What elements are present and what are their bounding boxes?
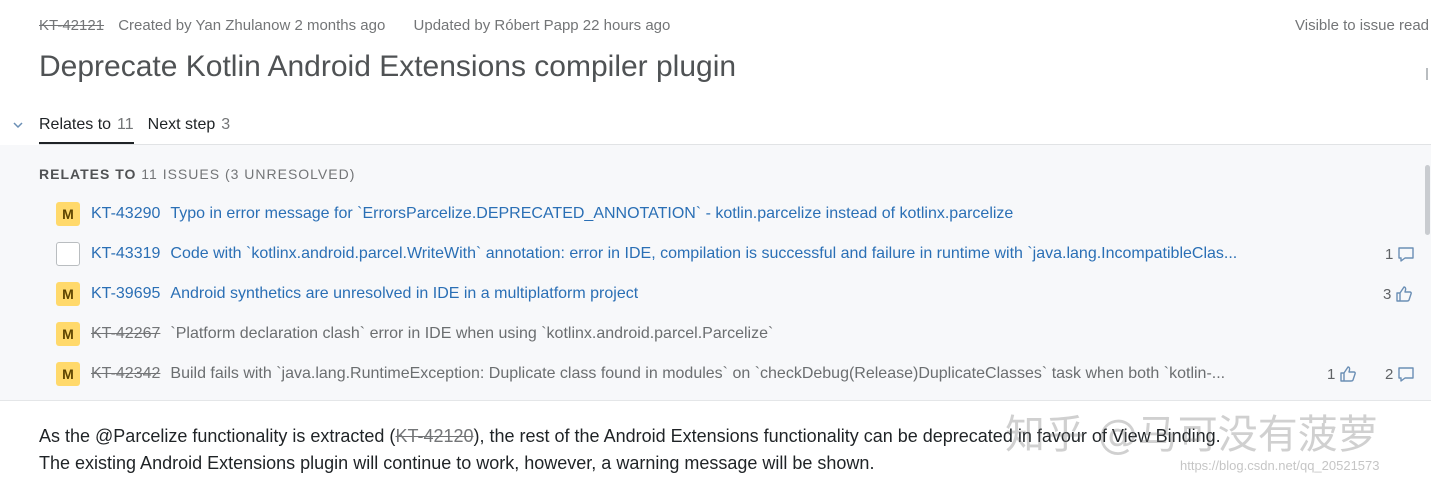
priority-badge: M [56, 322, 80, 346]
comments-count[interactable]: 2 [1385, 365, 1416, 383]
votes-count[interactable]: 1 [1327, 365, 1358, 383]
comments-count[interactable]: 1 [1385, 245, 1416, 263]
votes-number: 1 [1327, 365, 1336, 383]
list-item[interactable]: M KT-42342 Build fails with `java.lang.R… [56, 361, 1421, 387]
issue-summary-link[interactable]: Code with `kotlinx.android.parcel.WriteW… [170, 245, 1237, 263]
issue-id[interactable]: KT-42121 [39, 17, 104, 34]
issue-reference-link[interactable]: KT-42120 [395, 426, 473, 446]
link-tabs: Relates to 11 Next step 3 [39, 116, 230, 145]
issue-title: Deprecate Kotlin Android Extensions comp… [39, 50, 737, 83]
list-item[interactable]: M KT-42267 `Platform declaration clash` … [56, 321, 1421, 347]
chevron-down-icon[interactable] [11, 118, 25, 132]
issue-summary-link[interactable]: Android synthetics are unresolved in IDE… [170, 285, 638, 303]
issue-key-link[interactable]: KT-43290 [91, 205, 160, 223]
section-count: 11 ISSUES (3 UNRESOLVED) [141, 166, 356, 182]
tab-relates-to[interactable]: Relates to 11 [39, 116, 134, 145]
edge-marker [1426, 68, 1428, 80]
thumbs-up-icon [1340, 366, 1357, 382]
thumbs-up-icon [1396, 286, 1413, 302]
votes-count[interactable]: 3 [1383, 285, 1414, 303]
section-header: RELATES TO 11 ISSUES (3 UNRESOLVED) [39, 166, 355, 182]
created-info: Created by Yan Zhulanow 2 months ago [118, 17, 386, 34]
scrollbar-thumb[interactable] [1425, 165, 1430, 235]
priority-badge: M [56, 202, 80, 226]
priority-badge [56, 242, 80, 266]
comment-icon [1398, 367, 1415, 382]
watermark-url: https://blog.csdn.net/qq_20521573 [1180, 458, 1380, 473]
comments-number: 2 [1385, 365, 1394, 383]
votes-number: 3 [1383, 285, 1392, 303]
comment-icon [1398, 247, 1415, 262]
tab-count: 3 [221, 116, 231, 133]
section-title: RELATES TO [39, 166, 137, 182]
issue-key-link[interactable]: KT-43319 [91, 245, 160, 263]
list-item[interactable]: M KT-43290 Typo in error message for `Er… [56, 201, 1421, 227]
tab-label: Relates to [39, 116, 112, 133]
updated-info: Updated by Róbert Papp 22 hours ago [413, 17, 671, 34]
description-text: As the @Parcelize functionality is extra… [39, 426, 396, 446]
list-item[interactable]: KT-43319 Code with `kotlinx.android.parc… [56, 241, 1421, 267]
priority-badge: M [56, 282, 80, 306]
issue-key-link[interactable]: KT-42267 [91, 325, 160, 343]
issue-key-link[interactable]: KT-39695 [91, 285, 160, 303]
comments-number: 1 [1385, 245, 1394, 263]
issue-summary-link[interactable]: Build fails with `java.lang.RuntimeExcep… [170, 365, 1225, 383]
list-item[interactable]: M KT-39695 Android synthetics are unreso… [56, 281, 1421, 307]
watermark: 知乎 @马可没有菠萝 [1005, 412, 1378, 458]
priority-badge: M [56, 362, 80, 386]
tab-next-step[interactable]: Next step 3 [148, 116, 231, 145]
issue-summary-link[interactable]: Typo in error message for `ErrorsParceli… [170, 205, 1013, 223]
visibility-label[interactable]: Visible to issue read [1295, 17, 1429, 34]
issue-summary-link[interactable]: `Platform declaration clash` error in ID… [170, 325, 773, 343]
tab-label: Next step [147, 116, 216, 133]
issue-key-link[interactable]: KT-42342 [91, 365, 160, 383]
tab-count: 11 [117, 116, 134, 133]
panel-divider [0, 400, 1431, 401]
issue-meta: KT-42121 Created by Yan Zhulanow 2 month… [39, 17, 670, 34]
